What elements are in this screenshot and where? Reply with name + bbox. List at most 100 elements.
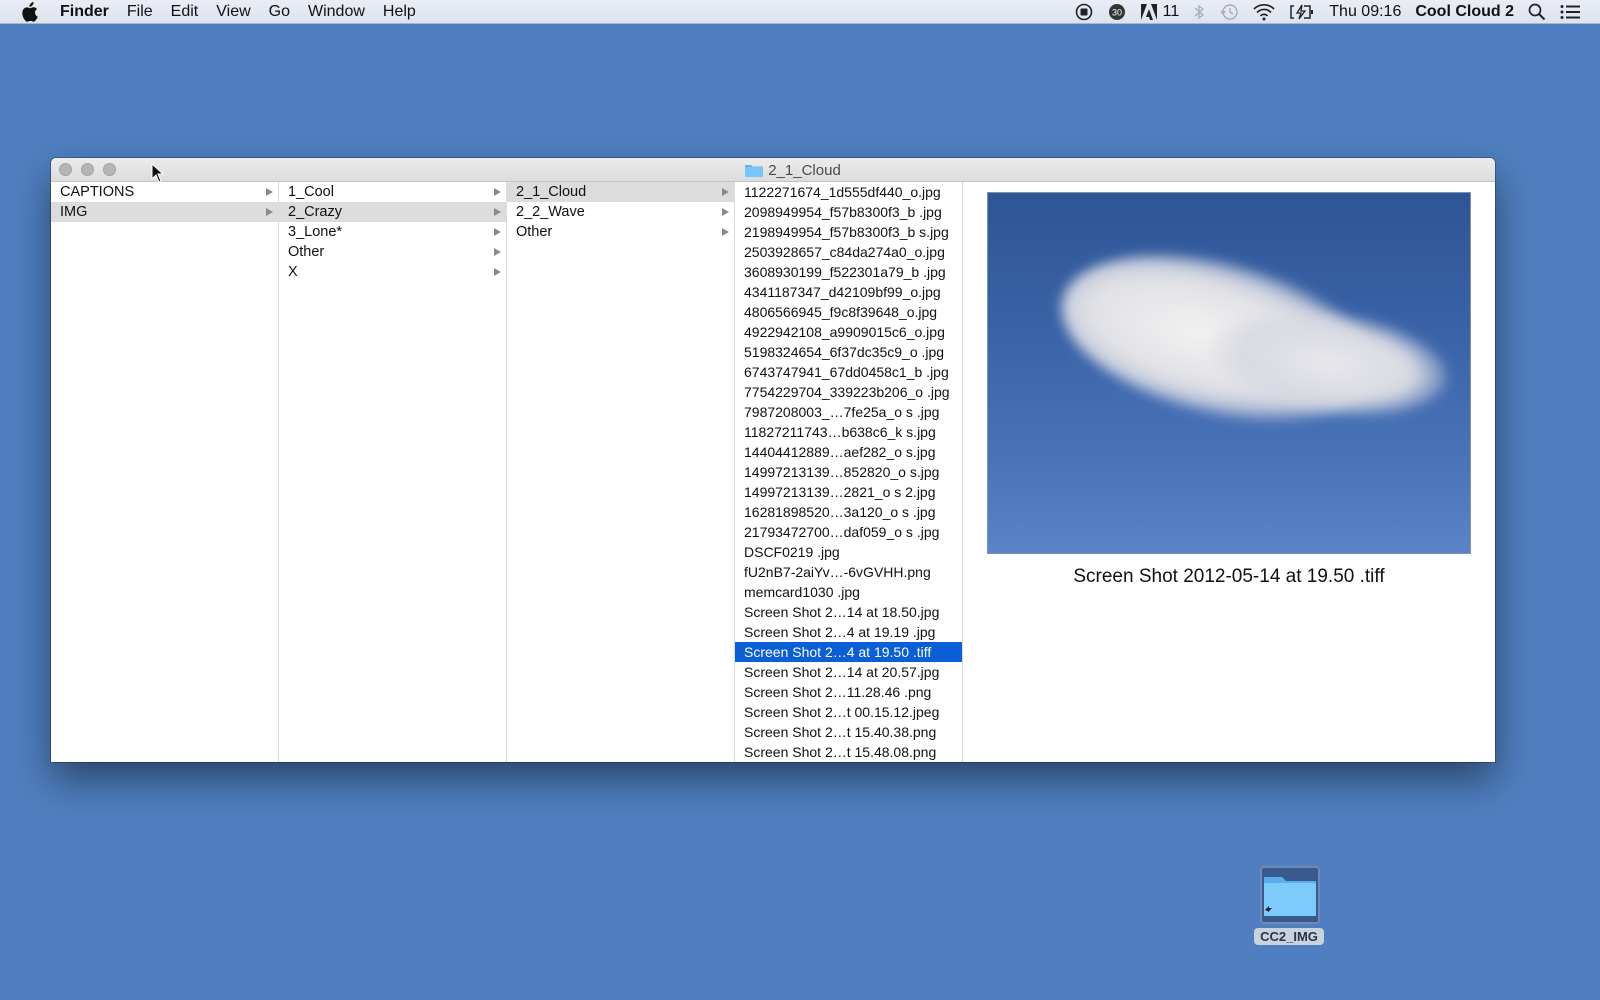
file-name: 14404412889…aef282_o s.jpg: [744, 444, 936, 460]
file-row[interactable]: Screen Shot 2…4 at 19.19 .jpg: [735, 622, 962, 642]
folder-row-1-cool[interactable]: 1_Cool: [279, 182, 506, 202]
notification-center-icon[interactable]: [1560, 4, 1580, 20]
file-name: Screen Shot 2…4 at 19.19 .jpg: [744, 624, 936, 640]
file-name: Screen Shot 2…4 at 19.50 .tiff: [744, 644, 932, 660]
file-row[interactable]: 14997213139…2821_o s 2.jpg: [735, 482, 962, 502]
disclosure-arrow-icon: [720, 202, 730, 222]
column-1[interactable]: CAPTIONS IMG: [51, 182, 279, 762]
file-row[interactable]: 6743747941_67dd0458c1_b .jpg: [735, 362, 962, 382]
file-row[interactable]: 16281898520…3a120_o s .jpg: [735, 502, 962, 522]
file-row[interactable]: DSCF0219 .jpg: [735, 542, 962, 562]
battery-charging-icon[interactable]: [1289, 4, 1315, 20]
user-name[interactable]: Cool Cloud 2: [1415, 3, 1514, 21]
file-row[interactable]: 21793472700…daf059_o s .jpg: [735, 522, 962, 542]
column-2[interactable]: 1_Cool 2_Crazy 3_Lone* Other X: [279, 182, 507, 762]
disclosure-arrow-icon: [492, 182, 502, 202]
file-name: 11827211743…b638c6_k s.jpg: [744, 424, 936, 440]
bluetooth-icon[interactable]: [1193, 3, 1205, 21]
file-row[interactable]: 2098949954_f57b8300f3_b .jpg: [735, 202, 962, 222]
folder-row-other[interactable]: Other: [507, 222, 734, 242]
file-row[interactable]: Screen Shot 2…t 00.15.12.jpeg: [735, 702, 962, 722]
disclosure-arrow-icon: [720, 182, 730, 202]
file-row[interactable]: Screen Shot 2…t 15.48.08.png: [735, 742, 962, 762]
mouse-cursor-icon: [151, 162, 165, 188]
menu-app-finder[interactable]: Finder: [60, 3, 109, 21]
row-label: Other: [516, 224, 553, 240]
folder-icon: [745, 163, 764, 177]
file-row[interactable]: 3608930199_f522301a79_b .jpg: [735, 262, 962, 282]
menu-file[interactable]: File: [127, 3, 153, 21]
row-label: 1_Cool: [288, 184, 334, 200]
file-name: 3608930199_f522301a79_b .jpg: [744, 264, 946, 280]
folder-row-2-crazy[interactable]: 2_Crazy: [279, 202, 506, 222]
spotlight-search-icon[interactable]: [1528, 3, 1546, 21]
menu-go[interactable]: Go: [269, 3, 290, 21]
preview-image[interactable]: [987, 192, 1471, 554]
wifi-icon[interactable]: [1253, 3, 1275, 21]
file-row[interactable]: 7754229704_339223b206_o .jpg: [735, 382, 962, 402]
row-label: 2_1_Cloud: [516, 184, 587, 200]
file-row[interactable]: Screen Shot 2…14 at 20.57.jpg: [735, 662, 962, 682]
file-name: 7754229704_339223b206_o .jpg: [744, 384, 950, 400]
status-area: 30 11 Thu 09:16 Cool Cloud 2: [1075, 0, 1600, 24]
record-icon[interactable]: [1075, 3, 1093, 21]
file-row[interactable]: 5198324654_6f37dc35c9_o .jpg: [735, 342, 962, 362]
file-name: Screen Shot 2…14 at 18.50.jpg: [744, 604, 940, 620]
window-titlebar[interactable]: 2_1_Cloud: [51, 158, 1495, 182]
column-4-files[interactable]: 1122271674_1d555df440_o.jpg 2098949954_f5…: [735, 182, 963, 762]
adobe-count: 11: [1162, 3, 1180, 20]
disclosure-arrow-icon: [492, 222, 502, 242]
file-row[interactable]: 1122271674_1d555df440_o.jpg: [735, 182, 962, 202]
file-row[interactable]: 4341187347_d42109bf99_o.jpg: [735, 282, 962, 302]
row-label: 2_2_Wave: [516, 204, 585, 220]
file-row[interactable]: Screen Shot 2…14 at 18.50.jpg: [735, 602, 962, 622]
file-row[interactable]: Screen Shot 2…t 15.40.38.png: [735, 722, 962, 742]
column-3[interactable]: 2_1_Cloud 2_2_Wave Other: [507, 182, 735, 762]
file-name: 1122271674_1d555df440_o.jpg: [744, 184, 941, 200]
row-label: CAPTIONS: [60, 184, 135, 200]
file-row[interactable]: Screen Shot 2…11.28.46 .png: [735, 682, 962, 702]
file-row[interactable]: memcard1030 .jpg: [735, 582, 962, 602]
menu-view[interactable]: View: [216, 3, 250, 21]
file-name: Screen Shot 2…11.28.46 .png: [744, 684, 932, 700]
file-row[interactable]: 7987208003_…7fe25a_o s .jpg: [735, 402, 962, 422]
folder-row-2-2-wave[interactable]: 2_2_Wave: [507, 202, 734, 222]
adobe-icon[interactable]: [1140, 4, 1157, 20]
file-row[interactable]: 14997213139…852820_o s.jpg: [735, 462, 962, 482]
folder-row-img[interactable]: IMG: [51, 202, 278, 222]
file-name: Screen Shot 2…t 15.48.08.png: [744, 744, 937, 760]
desktop-icon-cc2-img[interactable]: CC2_IMG: [1254, 866, 1324, 945]
folder-row-x[interactable]: X: [279, 262, 506, 282]
folder-row-2-1-cloud[interactable]: 2_1_Cloud: [507, 182, 734, 202]
disclosure-arrow-icon: [492, 242, 502, 262]
file-row[interactable]: 14404412889…aef282_o s.jpg: [735, 442, 962, 462]
file-name: 14997213139…852820_o s.jpg: [744, 464, 940, 480]
row-label: 3_Lone*: [288, 224, 343, 240]
folder-row-other[interactable]: Other: [279, 242, 506, 262]
menu-help[interactable]: Help: [383, 3, 416, 21]
menu-window[interactable]: Window: [308, 3, 365, 21]
app-badge-icon[interactable]: 30: [1107, 3, 1127, 21]
file-row[interactable]: 2503928657_c84da274a0_o.jpg: [735, 242, 962, 262]
menu-edit[interactable]: Edit: [171, 3, 199, 21]
file-row[interactable]: 11827211743…b638c6_k s.jpg: [735, 422, 962, 442]
file-row[interactable]: fU2nB7-2aiYv…-6vGVHH.png: [735, 562, 962, 582]
file-row[interactable]: 2198949954_f57b8300f3_b s.jpg: [735, 222, 962, 242]
window-title-text: 2_1_Cloud: [768, 161, 841, 179]
menu-bar: Finder File Edit View Go Window Help 30 …: [0, 0, 1600, 24]
file-row[interactable]: 4922942108_a9909015c6_o.jpg: [735, 322, 962, 342]
file-name: Screen Shot 2…t 00.15.12.jpeg: [744, 704, 940, 720]
clock[interactable]: Thu 09:16: [1329, 3, 1401, 21]
file-name: 4806566945_f9c8f39648_o.jpg: [744, 304, 938, 320]
file-name: fU2nB7-2aiYv…-6vGVHH.png: [744, 564, 931, 580]
row-label: 2_Crazy: [288, 204, 342, 220]
file-row[interactable]: Screen Shot 2…4 at 19.50 .tiff: [735, 642, 962, 662]
file-row[interactable]: 4806566945_f9c8f39648_o.jpg: [735, 302, 962, 322]
file-name: 21793472700…daf059_o s .jpg: [744, 524, 940, 540]
file-name: Screen Shot 2…14 at 20.57.jpg: [744, 664, 940, 680]
disclosure-arrow-icon: [264, 182, 274, 202]
folder-row-3-lone[interactable]: 3_Lone*: [279, 222, 506, 242]
apple-menu-icon[interactable]: [20, 1, 42, 22]
time-machine-icon[interactable]: [1219, 3, 1239, 21]
file-name: 4341187347_d42109bf99_o.jpg: [744, 284, 941, 300]
